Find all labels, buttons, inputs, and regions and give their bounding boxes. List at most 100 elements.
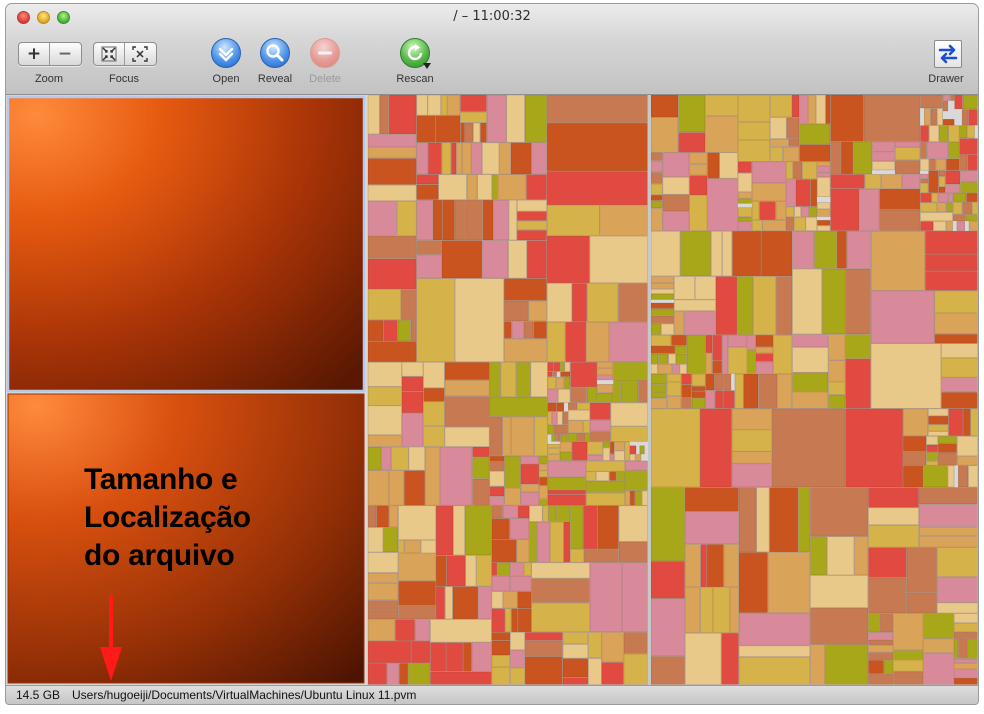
file-tile[interactable] [511,416,535,456]
file-tile[interactable] [792,391,829,409]
file-tile[interactable] [956,436,978,457]
file-tile[interactable] [756,487,770,553]
file-tile[interactable] [817,225,831,231]
file-tile[interactable] [568,432,578,442]
file-tile[interactable] [565,321,586,363]
file-tile[interactable] [954,95,963,110]
file-tile[interactable] [863,95,921,142]
file-tile[interactable] [542,505,549,522]
file-tile[interactable] [893,671,924,680]
file-tile[interactable] [872,161,895,171]
file-tile[interactable] [367,446,382,471]
file-tile[interactable] [868,525,919,548]
file-tile[interactable] [452,586,479,620]
file-tile[interactable] [609,321,648,363]
file-tile[interactable] [629,490,635,506]
file-tile[interactable] [814,230,837,269]
file-tile[interactable] [473,122,481,143]
file-tile[interactable] [661,323,675,335]
file-tile[interactable] [367,470,389,506]
file-tile[interactable] [516,362,531,397]
file-tile[interactable] [560,371,571,377]
file-tile[interactable] [953,622,978,632]
file-tile[interactable] [589,235,648,284]
file-tile[interactable] [546,95,648,123]
file-tile[interactable] [416,95,428,116]
delete-button[interactable] [310,38,340,68]
file-tile[interactable] [589,419,611,432]
file-tile[interactable] [562,658,589,678]
file-tile[interactable] [926,460,938,466]
file-tile[interactable] [925,230,978,255]
file-tile[interactable] [681,397,692,409]
file-tile[interactable] [918,487,978,505]
file-tile[interactable] [945,184,961,193]
file-tile[interactable] [367,184,417,201]
file-tile[interactable] [416,142,428,175]
file-tile[interactable] [539,464,548,471]
file-tile[interactable] [684,311,716,335]
file-tile[interactable] [755,347,774,354]
file-tile[interactable] [948,193,953,203]
file-tile[interactable] [751,220,763,231]
file-tile[interactable] [700,544,707,588]
file-tile[interactable] [901,174,921,189]
file-tile[interactable] [810,644,826,685]
file-tile[interactable] [517,220,547,231]
file-tile[interactable] [472,457,490,479]
file-tile[interactable] [597,375,614,381]
file-tile[interactable] [868,577,907,614]
file-tile[interactable] [491,518,510,540]
file-tile[interactable] [920,158,930,171]
file-tile[interactable] [610,402,648,427]
file-tile[interactable] [705,390,716,409]
file-tile[interactable] [435,115,461,143]
file-tile[interactable] [509,518,530,540]
file-tile[interactable] [738,645,811,657]
file-tile[interactable] [451,142,457,175]
file-tile[interactable] [946,202,953,213]
file-tile[interactable] [497,174,527,200]
file-tile[interactable] [517,230,547,241]
file-tile[interactable] [798,487,811,553]
file-tile[interactable] [678,132,706,153]
file-tile[interactable] [500,362,517,397]
file-tile[interactable] [792,230,815,269]
file-tile[interactable] [930,108,937,126]
file-tile[interactable] [680,230,711,277]
file-tile[interactable] [620,379,639,403]
file-tile[interactable] [785,179,796,207]
file-tile[interactable] [674,299,716,312]
file-tile[interactable] [401,376,424,392]
file-tile[interactable] [570,505,584,549]
file-tile[interactable] [658,353,669,364]
file-tile[interactable] [714,373,724,391]
file-tile[interactable] [557,389,571,403]
file-tile[interactable] [504,321,512,339]
file-tile[interactable] [737,216,752,222]
file-tile[interactable] [959,154,968,171]
file-tile[interactable] [931,193,938,203]
file-tile[interactable] [650,398,667,409]
file-tile[interactable] [639,445,645,455]
file-tile[interactable] [691,386,706,392]
file-tile[interactable] [536,521,550,563]
file-tile[interactable] [815,95,826,124]
file-tile[interactable] [828,381,846,395]
file-tile[interactable] [939,125,949,142]
file-tile[interactable] [666,381,682,397]
file-tile[interactable] [668,353,676,364]
file-tile[interactable] [946,158,960,171]
file-tile[interactable] [934,313,978,335]
file-tile[interactable] [870,230,926,291]
file-tile[interactable] [454,278,504,363]
file-tile[interactable] [942,95,951,101]
file-tile[interactable] [737,276,753,335]
file-tile[interactable] [705,373,715,391]
file-tile[interactable] [613,379,621,403]
file-tile[interactable] [570,387,587,403]
file-tile[interactable] [547,371,553,377]
file-tile[interactable] [928,415,949,425]
file-tile[interactable] [440,446,473,506]
file-tile[interactable] [950,95,955,101]
